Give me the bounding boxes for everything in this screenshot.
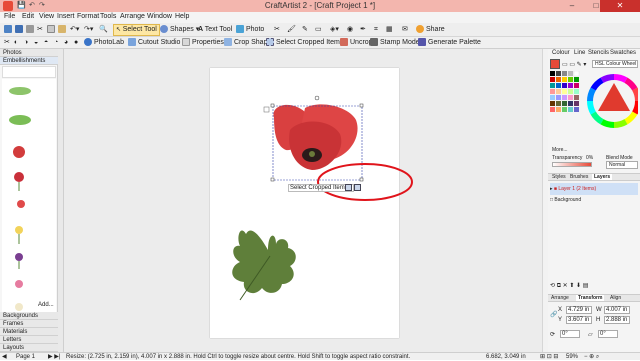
colour-mode-icons[interactable]: ▭ ▭ ✎ ▾ [562,61,586,68]
colour-picker [550,71,638,134]
layer-action-icons[interactable]: ⟲ ⧉ ✕ ⬆ ⬇ ▤ [550,283,588,289]
layer-1-name: Layer 1 (2 Items) [558,186,597,192]
group-icon [263,106,270,113]
right-panel: Colour Line Stencils Swatches ▭ ▭ ✎ ▾ HS… [548,49,640,352]
poppy-image[interactable] [273,104,358,170]
hsl-colour-wheel[interactable] [581,71,638,134]
transparency-value: 0% [586,155,594,161]
annotation-circle-canvas [317,163,413,201]
w-field[interactable]: 4.007 in [604,306,630,314]
skew-field[interactable]: 0° [598,330,618,338]
select-cropped-tooltip: Select Cropped Item(s) [288,184,354,192]
status-bar: ◀ Page 1 ▶ ▶| Resize: (2.725 in, 2.159 i… [0,352,640,360]
tab-layers[interactable]: Layers [592,174,613,180]
transform-tabs: Arrange Transform Align [548,294,640,302]
tab-brushes[interactable]: Brushes [570,174,588,180]
handle-br [359,177,364,182]
fill-swatch[interactable] [550,59,560,69]
tab-align[interactable]: Align [610,295,621,301]
tab-transform[interactable]: Transform [576,295,605,301]
layer-row-background[interactable]: □ Background [550,195,638,205]
more-colours-link[interactable]: More... [552,147,568,153]
leaf-image[interactable] [232,230,296,301]
tab-arrange[interactable]: Arrange [551,295,569,301]
x-field[interactable]: 4.729 in [566,306,592,314]
handle-bl [270,177,275,182]
leaf-shape [232,230,296,294]
rotate-handle [314,95,320,101]
y-field[interactable]: 3.607 in [566,316,592,324]
layer-row-1[interactable]: ▸ ■ Layer 1 (2 Items) [550,183,638,195]
layer-actions: ⟲ ⧉ ✕ ⬆ ⬇ ▤ [550,281,638,291]
rotate-icon: ⟳ [550,332,556,338]
w-label: W [596,307,602,313]
tab-stencils[interactable]: Stencils [588,50,609,56]
poppy-petal-back [289,121,342,170]
layers-tabs: Styles Brushes Layers [548,173,640,181]
poppy-seed-pod [309,151,315,157]
h-label: H [596,317,601,323]
swatch-grid[interactable] [550,71,580,112]
h-field[interactable]: 2.888 in [604,316,630,324]
tab-colour[interactable]: Colour [552,50,570,56]
blend-mode-select[interactable]: Normal [606,161,638,169]
y-label: Y [558,317,563,323]
tooltip-icon-2[interactable] [354,184,361,191]
x-label: X [558,307,563,313]
rotation-field[interactable]: 0° [560,330,580,338]
tab-styles[interactable]: Styles [552,174,566,180]
colour-model-select[interactable]: HSL Colour Wheel [592,60,638,68]
lock-icon[interactable]: 🔗 [550,311,557,318]
tab-swatches[interactable]: Swatches [610,50,636,56]
handle-tl [270,103,275,108]
handle-tr [359,103,364,108]
transparency-slider[interactable] [552,162,592,167]
transparency-label: Transparency [552,155,583,161]
layer-background-name: Background [554,197,582,203]
skew-icon: ▱ [588,332,593,338]
tooltip-icon-1[interactable] [345,184,352,191]
tab-line[interactable]: Line [574,50,585,56]
